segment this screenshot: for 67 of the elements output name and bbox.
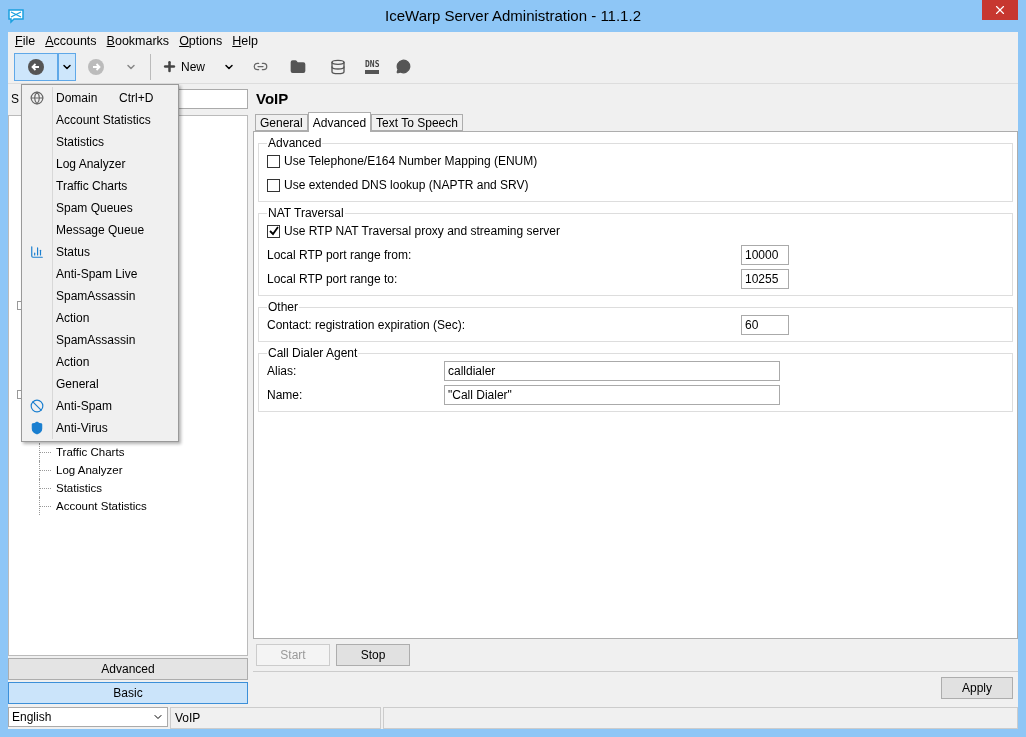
menu-entry[interactable]: General (52, 373, 99, 395)
group-title: Call Dialer Agent (267, 346, 359, 360)
checkbox-label: Use RTP NAT Traversal proxy and streaming server (284, 224, 560, 238)
field-label: Contact: registration expiration (Sec): (267, 318, 467, 332)
menu-entry[interactable]: Anti-Spam (52, 395, 113, 417)
no-entry-icon (30, 399, 44, 413)
menu-entry[interactable]: Action (52, 351, 90, 373)
tab[interactable]: Text To Speech (371, 114, 463, 131)
menu-entry[interactable]: Domain (52, 87, 98, 109)
close-button[interactable] (982, 0, 1018, 20)
menu-entry[interactable]: Action (52, 307, 90, 329)
search-label: S (11, 92, 19, 106)
globe-icon (30, 91, 44, 105)
input-field[interactable]: 60 (741, 315, 789, 335)
input-field[interactable]: 10255 (741, 269, 789, 289)
menu-entry[interactable]: Statistics (52, 131, 104, 153)
menu-item[interactable]: Bookmarks (101, 34, 175, 48)
input-field[interactable]: 10000 (741, 245, 789, 265)
bar-chart-icon (30, 245, 44, 259)
menu-entry[interactable]: Traffic Charts (52, 175, 128, 197)
mode-button[interactable]: Advanced (8, 658, 248, 680)
group-title: NAT Traversal (267, 206, 345, 220)
action-button[interactable]: Stop (336, 644, 410, 666)
tab[interactable]: Advanced (307, 112, 372, 132)
menu-entry[interactable]: Status (52, 241, 91, 263)
language-select[interactable]: English (8, 707, 168, 727)
dns-button[interactable]: DNS (359, 59, 386, 74)
menu-entry[interactable]: Log Analyzer (52, 153, 126, 175)
menu-entry[interactable]: Account Statistics (52, 109, 151, 131)
shield-icon (30, 421, 44, 435)
menu-entry[interactable]: Message Queue (52, 219, 145, 241)
shortcut-text: Ctrl+D (119, 91, 154, 105)
menu-entry[interactable]: SpamAssassin (52, 285, 136, 307)
checkbox-label: Use Telephone/E164 Number Mapping (ENUM) (284, 154, 538, 168)
menu-entry[interactable]: Anti-Virus (52, 417, 108, 439)
plus-icon (162, 59, 177, 74)
menu-entry[interactable]: SpamAssassin (52, 329, 136, 351)
group-title: Other (267, 300, 299, 314)
checkbox-label: Use extended DNS lookup (NAPTR and SRV) (284, 178, 529, 192)
field-label: Local RTP port range from: (267, 248, 413, 262)
window-title: IceWarp Server Administration - 11.1.2 (385, 7, 641, 24)
menu-entry[interactable]: Spam Queues (52, 197, 133, 219)
checkbox[interactable] (267, 154, 280, 168)
field-label: Alias: (267, 364, 298, 378)
dropdown-button[interactable] (58, 52, 76, 81)
field-label: Name: (267, 388, 304, 402)
apply-button[interactable]: Apply (941, 677, 1013, 699)
back-button[interactable] (14, 52, 58, 81)
tab[interactable]: General (255, 114, 308, 131)
checkbox[interactable] (267, 224, 280, 238)
field-label: Local RTP port range to: (267, 272, 399, 286)
input-field[interactable]: calldialer (444, 361, 780, 381)
checkbox[interactable] (267, 178, 280, 192)
group-title: Advanced (267, 136, 323, 150)
dns-bar-icon (365, 69, 380, 74)
app-logo-icon (8, 8, 24, 24)
mode-button[interactable]: Basic (8, 682, 248, 704)
menu-item[interactable]: Help (227, 34, 263, 48)
menu-item[interactable]: Accounts (40, 34, 102, 48)
status-pane: VoIP (170, 707, 381, 729)
page-title: VoIP (256, 90, 290, 107)
close-icon (993, 3, 1007, 17)
input-field[interactable]: "Call Dialer" (444, 385, 780, 405)
menu-item[interactable]: File (10, 34, 41, 48)
new-button[interactable]: New (155, 52, 212, 81)
menu-item[interactable]: Options (174, 34, 228, 48)
menu-entry[interactable]: Anti-Spam Live (52, 263, 138, 285)
